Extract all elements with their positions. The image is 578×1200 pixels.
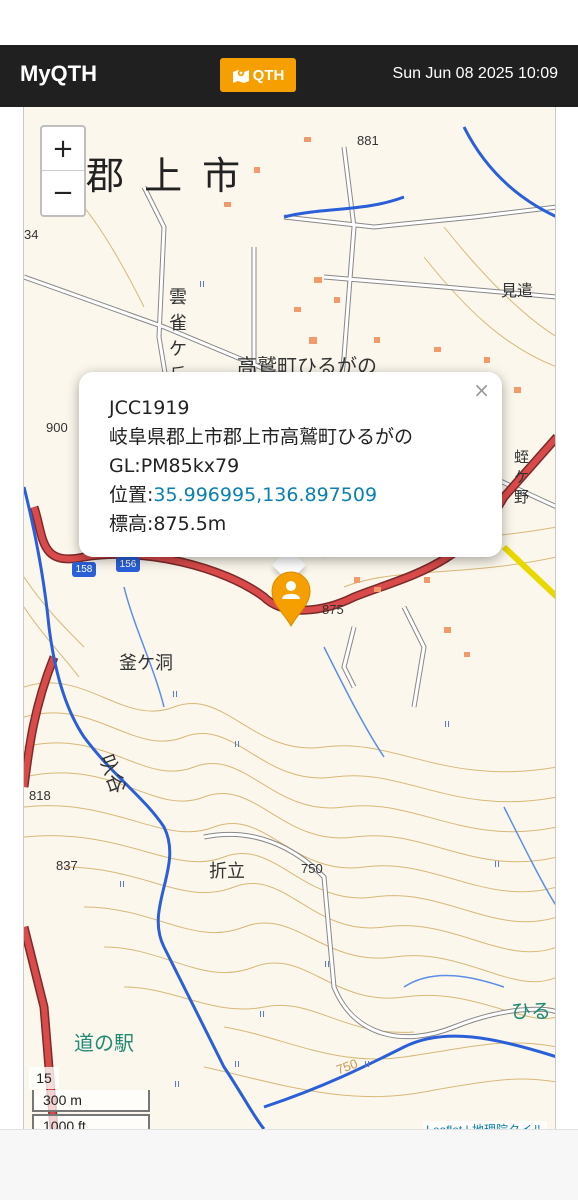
elevation-818: 818 <box>29 788 51 803</box>
svg-text:ıı: ıı <box>234 737 240 750</box>
map-view[interactable]: ıııııı ıııııı ıııııı ıııııı 郡 上 市 高鷲町ひるが… <box>23 107 556 1129</box>
qth-button[interactable]: QTH <box>220 58 296 92</box>
zoom-out-button[interactable]: − <box>42 171 84 215</box>
location-popup: × JCC1919 岐阜県郡上市郡上市高鷲町ひるがの GL:PM85kx79 位… <box>79 372 502 557</box>
current-datetime: Sun Jun 08 2025 10:09 <box>392 65 558 82</box>
route-shield-156: 156 <box>119 559 137 570</box>
popup-elevation: 標高:875.5m <box>109 513 227 535</box>
svg-text:ıı: ıı <box>444 717 450 730</box>
scale-bar-metric: 300 m <box>32 1090 150 1112</box>
elevation-881: 881 <box>357 133 379 148</box>
map-label-hamlet-4: 折立 <box>209 861 245 882</box>
popup-grid-locator: GL:PM85kx79 <box>109 455 240 477</box>
map-label-hamlet-2: 釜ケ洞 <box>119 653 173 674</box>
scale-bar-imperial: 1000 ft <box>32 1114 150 1129</box>
zoom-in-button[interactable]: + <box>42 127 84 171</box>
svg-text:ıı: ıı <box>174 1077 180 1090</box>
popup-close-button[interactable]: × <box>473 376 490 405</box>
map-label-hamlet-6: 蛭ケ野 <box>514 448 530 506</box>
elevation-750: 750 <box>301 861 323 876</box>
popup-jcc-code: JCC1919 <box>109 397 190 419</box>
elevation-875: 875 <box>322 602 344 617</box>
svg-text:ıı: ıı <box>119 877 125 890</box>
header-bar: MyQTH QTH Sun Jun 08 2025 10:09 <box>0 45 578 107</box>
svg-text:ıı: ıı <box>259 1007 265 1020</box>
map-label-station: 道の駅 <box>74 1031 134 1055</box>
svg-text:ıı: ıı <box>172 687 178 700</box>
map-label-city: 郡 上 市 <box>86 154 245 198</box>
app-title: MyQTH <box>20 61 97 86</box>
user-marker-icon <box>271 571 311 628</box>
zoom-control: + − <box>40 125 86 217</box>
bottom-bar <box>0 1129 578 1200</box>
svg-text:ıı: ıı <box>199 277 205 290</box>
popup-position-label: 位置: <box>109 484 154 506</box>
svg-text:ıı: ıı <box>494 857 500 870</box>
popup-position: 位置:35.996995,136.897509 <box>109 481 472 510</box>
qth-button-label: QTH <box>252 66 285 84</box>
popup-coordinates-link[interactable]: 35.996995,136.897509 <box>153 484 377 506</box>
elevation-837: 837 <box>56 858 78 873</box>
location-marker[interactable] <box>270 569 312 632</box>
map-label-hamlet-5: 見遣 <box>501 281 534 300</box>
elevation-900: 900 <box>46 420 68 435</box>
svg-text:ıı: ıı <box>364 1057 370 1070</box>
map-label-place-right: ひる <box>511 999 551 1023</box>
zoom-level-indicator: 15 <box>29 1067 59 1089</box>
route-shield-158: 158 <box>75 564 93 575</box>
popup-address: 岐阜県郡上市郡上市高鷲町ひるがの <box>109 426 414 448</box>
elevation-34: 34 <box>24 227 39 242</box>
svg-text:ıı: ıı <box>324 957 330 970</box>
map-attribution[interactable]: Leaflet | 地理院タイル <box>423 1121 547 1129</box>
svg-text:ıı: ıı <box>234 1057 240 1070</box>
map-pin-icon <box>232 69 249 83</box>
